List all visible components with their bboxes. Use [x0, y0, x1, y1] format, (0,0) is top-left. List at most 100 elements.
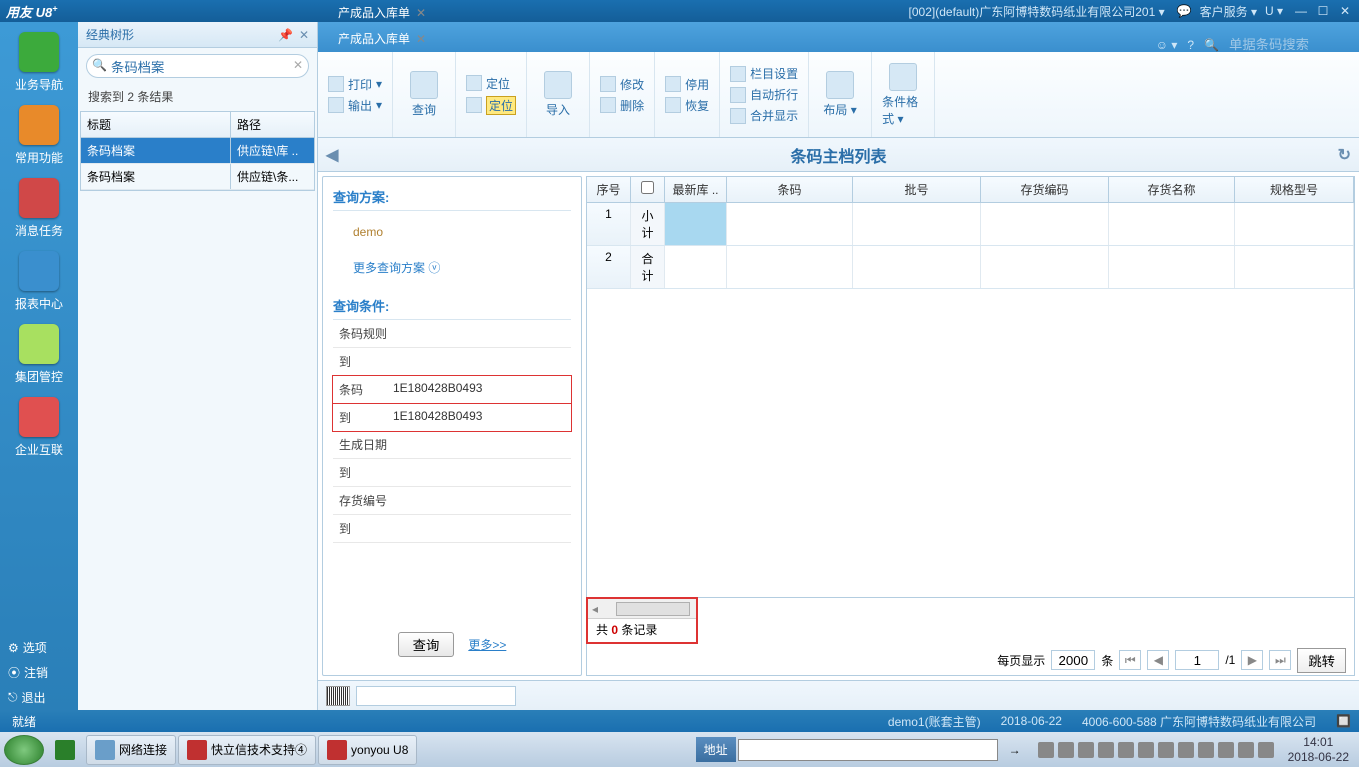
grid-col-header[interactable]	[631, 177, 665, 202]
clear-search-icon[interactable]: ✕	[293, 58, 303, 72]
first-page-button[interactable]: ⏮	[1119, 650, 1141, 670]
nav-item[interactable]: 业务导航	[9, 32, 69, 93]
tree-row[interactable]: 条码档案供应链\条...	[81, 164, 314, 190]
layout-button[interactable]: 布局 ▾	[819, 71, 861, 118]
refresh-icon[interactable]: ↻	[1338, 145, 1351, 165]
deactivate-button[interactable]: 停用	[665, 76, 709, 93]
company-selector[interactable]: [002](default)广东阿博特数码纸业有限公司201 ▾	[909, 3, 1165, 20]
condition-row[interactable]: 条码规则	[333, 320, 571, 348]
barcode-search-input[interactable]	[1229, 37, 1349, 52]
start-button[interactable]	[4, 735, 44, 765]
back-icon[interactable]: ◀	[326, 145, 338, 165]
address-input[interactable]	[738, 739, 998, 761]
locate-highlight[interactable]: 定位	[466, 96, 516, 115]
condition-row[interactable]: 到	[333, 348, 571, 376]
panel-close-icon[interactable]: ✕	[299, 28, 309, 42]
query-button[interactable]: 查询	[403, 71, 445, 118]
last-page-button[interactable]: ⏭	[1269, 650, 1291, 670]
h-scrollbar[interactable]: ◂	[588, 599, 696, 619]
pin-icon[interactable]: 📌	[278, 28, 293, 42]
taskbar-network[interactable]: 网络连接	[86, 735, 176, 765]
help-icon[interactable]: ?	[1187, 38, 1194, 52]
barcode-input[interactable]	[356, 686, 516, 706]
grid-col-header[interactable]: 序号	[587, 177, 631, 202]
select-all-checkbox[interactable]	[641, 181, 654, 194]
left-nav: 业务导航常用功能消息任务报表中心集团管控企业互联 ⚙ 选项 ⦿ 注销 ⎋ 退出	[0, 22, 78, 710]
cond-format-button[interactable]: 条件格式 ▾	[882, 63, 924, 127]
taskbar-support[interactable]: 快立信技术支持④	[178, 735, 316, 765]
system-tray[interactable]	[1032, 742, 1280, 758]
record-count: 共 0 条记录	[588, 619, 696, 640]
nav-item[interactable]: 企业互联	[9, 397, 69, 458]
output-button[interactable]: 输出 ▾	[328, 97, 382, 114]
next-page-button[interactable]: ▶	[1241, 650, 1263, 670]
search-icon[interactable]: 🔍	[1204, 38, 1219, 52]
go-button[interactable]: →	[1000, 735, 1030, 765]
query-submit-button[interactable]: 查询	[398, 632, 455, 657]
scheme-name[interactable]: demo	[353, 225, 571, 239]
nav-item[interactable]: 报表中心	[9, 251, 69, 312]
condition-row[interactable]: 条码1E180428B0493	[332, 375, 572, 404]
excel-icon[interactable]	[46, 735, 84, 765]
prev-page-button[interactable]: ◀	[1147, 650, 1169, 670]
nav-item[interactable]: 常用功能	[9, 105, 69, 166]
condition-row[interactable]: 到	[333, 515, 571, 543]
tab[interactable]: 产成品入库单✕	[324, 26, 440, 52]
wrap-button[interactable]: 自动折行	[730, 86, 798, 103]
minimize-icon[interactable]: —	[1293, 4, 1309, 18]
grid-col-header[interactable]: 存货编码	[981, 177, 1109, 202]
delete-button[interactable]: 删除	[600, 97, 644, 114]
maximize-icon[interactable]: ☐	[1315, 4, 1331, 18]
chat-icon[interactable]: 💬	[1177, 4, 1192, 18]
tree-search-input[interactable]	[86, 54, 309, 78]
print-button[interactable]: 打印 ▾	[328, 76, 382, 93]
col-header-path[interactable]: 路径	[231, 112, 314, 137]
grid-row[interactable]: 2合计	[587, 246, 1354, 289]
condition-row[interactable]: 到	[333, 459, 571, 487]
customer-service[interactable]: 客户服务 ▾	[1200, 3, 1257, 20]
close-icon[interactable]: ✕	[1337, 4, 1353, 18]
page-input[interactable]	[1175, 650, 1219, 670]
smiley-icon[interactable]: ☺ ▾	[1156, 38, 1178, 52]
tree-row[interactable]: 条码档案供应链\库 ..	[81, 138, 314, 164]
grid-row[interactable]: 1小计	[587, 203, 1354, 246]
more-schemes[interactable]: 更多查询方案 ⓥ	[353, 259, 571, 276]
u-button[interactable]: U ▾	[1265, 4, 1283, 18]
tab-close-icon[interactable]: ✕	[416, 6, 426, 20]
locate-button[interactable]: 定位	[466, 75, 516, 92]
condition-row[interactable]: 存货编号	[333, 487, 571, 515]
import-button[interactable]: 导入	[537, 71, 579, 118]
nav-item[interactable]: 集团管控	[9, 324, 69, 385]
options-button[interactable]: ⚙ 选项	[0, 635, 78, 660]
condition-row[interactable]: 生成日期	[333, 431, 571, 459]
taskbar-yonyou[interactable]: yonyou U8	[318, 735, 417, 765]
nav-item[interactable]: 消息任务	[9, 178, 69, 239]
page-total: /1	[1225, 653, 1235, 667]
grid-col-header[interactable]: 条码	[727, 177, 853, 202]
status-icon[interactable]: 🔲	[1336, 714, 1351, 728]
barcode-bar	[318, 680, 1359, 710]
grid-col-header[interactable]: 存货名称	[1109, 177, 1235, 202]
exit-button[interactable]: ⎋ 退出	[0, 685, 78, 710]
tab-close-icon[interactable]: ✕	[416, 32, 426, 46]
output-icon	[328, 97, 344, 113]
grid-col-header[interactable]: 最新库 ..	[665, 177, 727, 202]
barcode-icon	[326, 686, 350, 706]
clock[interactable]: 14:012018-06-22	[1282, 735, 1355, 764]
more-link[interactable]: 更多>>	[468, 636, 506, 653]
restore-button[interactable]: 恢复	[665, 97, 709, 114]
jump-button[interactable]: 跳转	[1297, 648, 1346, 673]
grid-col-header[interactable]: 批号	[853, 177, 981, 202]
tab[interactable]: 产成品入库单✕	[324, 0, 440, 26]
grid-col-header[interactable]: 规格型号	[1235, 177, 1354, 202]
logout-button[interactable]: ⦿ 注销	[0, 660, 78, 685]
condition-row[interactable]: 到1E180428B0493	[332, 403, 572, 432]
merge-button[interactable]: 合并显示	[730, 107, 798, 124]
col-set-button[interactable]: 栏目设置	[730, 65, 798, 82]
title-bar: 用友 U8+ [002](default)广东阿博特数码纸业有限公司201 ▾ …	[0, 0, 1359, 22]
per-page-input[interactable]	[1051, 650, 1095, 670]
col-header-title[interactable]: 标题	[81, 112, 231, 137]
wrap-icon	[730, 87, 746, 103]
modify-button[interactable]: 修改	[600, 76, 644, 93]
tree-title: 经典树形	[86, 26, 134, 43]
